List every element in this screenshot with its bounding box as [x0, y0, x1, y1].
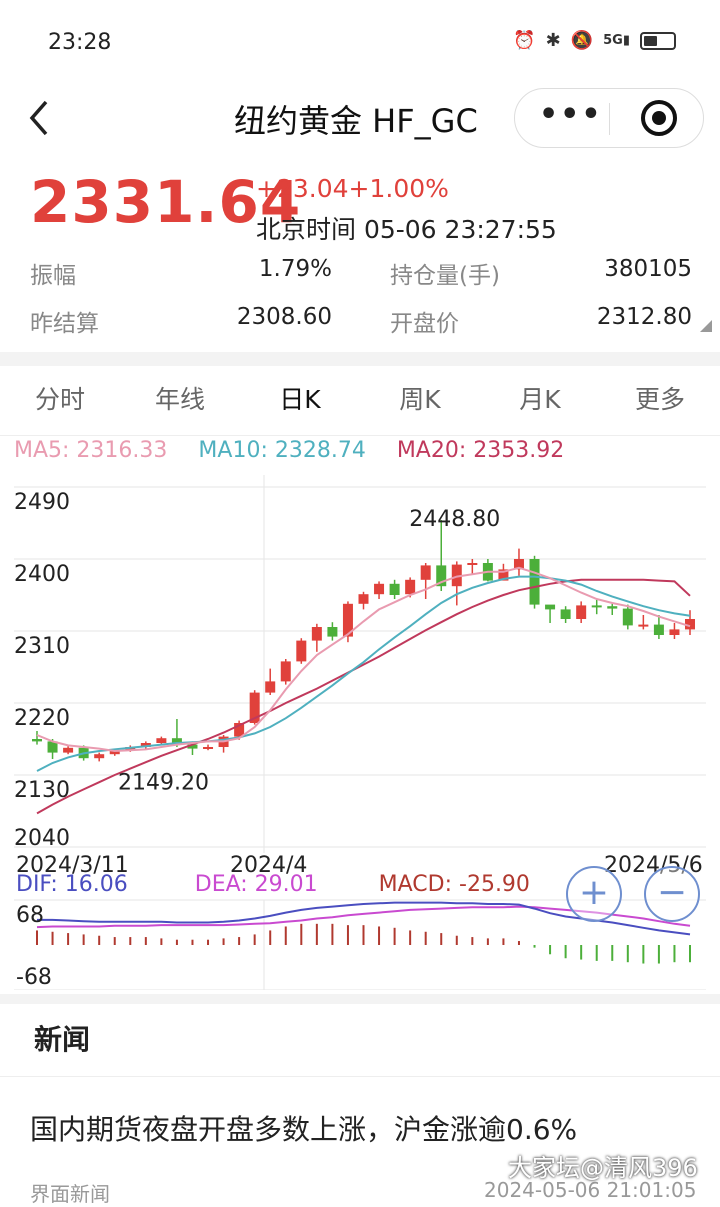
page-title: 纽约黄金 HF_GC — [234, 102, 478, 140]
zoom-out-button[interactable]: − — [644, 866, 700, 922]
ma20-label: MA20: 2353.92 — [396, 438, 565, 463]
ma5-label: MA5: 2316.33 — [14, 438, 168, 463]
candle-body — [638, 624, 649, 627]
alarm-icon: ⏰ — [513, 30, 536, 51]
target-icon[interactable] — [641, 100, 677, 136]
period-tabs: 分时 年线 日K 周K 月K 更多 — [0, 366, 720, 436]
mini-program-capsule: ••• — [514, 88, 704, 148]
watermark-text: 大家坛@清风396 — [508, 1154, 698, 1182]
candle-body — [358, 594, 369, 604]
macd-label: MACD: -25.90 — [378, 872, 530, 897]
candle-body — [203, 747, 214, 749]
macd-y-bottom-label: -68 — [16, 965, 52, 990]
battery-icon — [640, 31, 676, 50]
divider — [0, 1076, 720, 1077]
tab-weekly-k[interactable]: 周K — [360, 366, 480, 435]
prev-settle-value: 2308.60 — [236, 304, 332, 330]
high-annotation: 2448.80 — [409, 507, 500, 532]
expand-triangle-icon[interactable] — [700, 320, 712, 332]
battery-level — [644, 35, 657, 46]
amplitude-value: 1.79% — [258, 256, 332, 282]
candle-body — [560, 609, 571, 619]
tab-intraday[interactable]: 分时 — [0, 366, 120, 435]
capsule-divider — [609, 103, 610, 135]
open-interest-value: 380105 — [604, 256, 692, 282]
candle-body — [405, 579, 416, 595]
dea-label: DEA: 29.01 — [194, 872, 318, 897]
tab-more[interactable]: 更多 — [600, 366, 720, 435]
low-annotation: 2149.20 — [118, 771, 209, 796]
candle-body — [389, 583, 400, 595]
candle-body — [653, 624, 664, 635]
candle-body — [669, 629, 680, 635]
section-gap — [0, 994, 720, 1004]
y-tick-label: 2220 — [14, 706, 70, 731]
candle-body — [156, 738, 167, 743]
quote-time: 北京时间 05-06 23:27:55 — [256, 215, 557, 244]
candle-body — [63, 747, 74, 753]
candle-body — [467, 563, 478, 565]
amplitude-label: 振幅 — [30, 263, 76, 289]
status-time: 23:28 — [48, 30, 112, 55]
y-tick-label: 2040 — [14, 826, 70, 851]
macd-y-top-label: 68 — [16, 903, 44, 928]
open-interest-label: 持仓量(手) — [390, 263, 500, 289]
candle-body — [280, 661, 291, 682]
more-dots-icon[interactable]: ••• — [539, 97, 603, 132]
news-item-title[interactable]: 国内期货夜盘开盘多数上涨，沪金涨逾0.6% — [30, 1108, 577, 1148]
back-button[interactable] — [24, 94, 64, 140]
tab-daily-k[interactable]: 日K — [240, 366, 360, 435]
candle-body — [607, 606, 618, 609]
open-price-label: 开盘价 — [390, 311, 459, 337]
zoom-in-button[interactable]: + — [566, 866, 622, 922]
candle-body — [374, 583, 385, 595]
quote-panel: 2331.64 +23.04+1.00% 北京时间 05-06 23:27:55… — [0, 160, 720, 350]
signal-5g-icon: 5G▮ — [603, 33, 630, 48]
candle-body — [545, 604, 556, 610]
y-tick-label: 2490 — [14, 490, 70, 515]
tab-monthly-k[interactable]: 月K — [480, 366, 600, 435]
candle-body — [265, 681, 276, 693]
candle-body — [529, 559, 540, 605]
candle-body — [420, 565, 431, 580]
candle-body — [32, 739, 42, 742]
candle-body — [327, 627, 338, 637]
tab-yearly[interactable]: 年线 — [120, 366, 240, 435]
candle-body — [591, 605, 602, 608]
bluetooth-icon: ✱ — [545, 30, 561, 51]
nav-bar: 纽约黄金 HF_GC ••• — [0, 88, 720, 148]
status-bar: 23:28 ⏰ ✱ 🔕 5G▮ — [0, 0, 720, 88]
news-heading: 新闻 — [34, 1023, 91, 1056]
candle-body — [94, 754, 105, 759]
candle-body — [576, 605, 587, 619]
status-icons: ⏰ ✱ 🔕 5G▮ — [513, 30, 676, 51]
y-tick-label: 2310 — [14, 634, 70, 659]
mute-icon: 🔕 — [570, 30, 594, 51]
candle-body — [311, 627, 322, 641]
chevron-left-icon — [29, 100, 48, 136]
ma10-label: MA10: 2328.74 — [198, 438, 366, 463]
y-tick-label: 2400 — [14, 562, 70, 587]
prev-settle-label: 昨结算 — [30, 311, 99, 337]
section-gap — [0, 352, 720, 366]
price-change: +23.04+1.00% — [256, 174, 449, 203]
candle-body — [296, 640, 307, 662]
candle-body — [622, 608, 633, 626]
open-price-value: 2312.80 — [596, 304, 692, 330]
dif-label: DIF: 16.06 — [16, 872, 128, 897]
ma-legend: MA5: 2316.33 MA10: 2328.74 MA20: 2353.92 — [14, 438, 588, 463]
news-item-source: 界面新闻 — [30, 1182, 110, 1206]
macd-legend: DIF: 16.06 DEA: 29.01 MACD: -25.90 — [16, 872, 530, 897]
